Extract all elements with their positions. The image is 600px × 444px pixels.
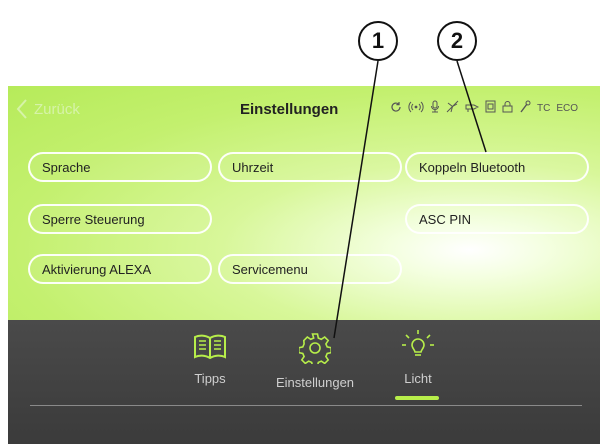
chevron-left-icon xyxy=(16,99,27,119)
page-title: Einstellungen xyxy=(240,101,339,118)
setting-aktivierung-alexa-button[interactable]: Aktivierung ALEXA xyxy=(28,254,212,284)
lock-icon xyxy=(502,100,513,116)
signal-icon xyxy=(408,101,424,116)
divider xyxy=(30,405,582,406)
eco-label: ECO xyxy=(556,102,579,114)
tab-einstellungen-label: Einstellungen xyxy=(275,375,355,390)
setting-asc-pin-button[interactable]: ASC PIN xyxy=(405,204,589,234)
back-button[interactable]: Zurück xyxy=(16,98,80,120)
tab-tipps-label: Tipps xyxy=(194,371,226,386)
setting-uhrzeit-button[interactable]: Uhrzeit xyxy=(218,152,402,182)
setting-servicemenu-button[interactable]: Servicemenu xyxy=(218,254,402,284)
tab-licht-label: Licht xyxy=(404,371,432,386)
callout-1: 1 xyxy=(358,21,398,61)
refresh-icon xyxy=(390,101,402,116)
top-bar: Zurück Einstellungen TC ECO xyxy=(8,86,600,134)
back-label: Zurück xyxy=(34,100,80,118)
tab-einstellungen[interactable]: Einstellungen xyxy=(270,332,360,390)
tab-tipps[interactable]: Tipps xyxy=(180,334,240,386)
active-tab-indicator xyxy=(395,396,439,400)
lightbulb-icon xyxy=(402,330,434,356)
setting-sprache-button[interactable]: Sprache xyxy=(28,152,212,182)
setting-koppeln-bluetooth-button[interactable]: Koppeln Bluetooth xyxy=(405,152,589,182)
hand-blower-icon xyxy=(465,101,480,116)
gear-icon xyxy=(297,333,332,368)
wrench-icon xyxy=(519,100,531,116)
microphone-icon xyxy=(430,100,440,116)
tab-licht[interactable]: Licht xyxy=(388,328,448,386)
settings-panel: Zurück Einstellungen TC ECO Sprache Uhrz… xyxy=(8,86,600,320)
status-icons: TC ECO xyxy=(390,100,578,116)
book-icon xyxy=(194,334,226,360)
callout-2: 2 xyxy=(437,21,477,61)
tc-label: TC xyxy=(537,102,551,114)
bottom-navigation: Tipps Einstellungen Licht xyxy=(8,320,600,444)
filter-icon xyxy=(485,100,496,116)
setting-sperre-steuerung-button[interactable]: Sperre Steuerung xyxy=(28,204,212,234)
fan-off-icon xyxy=(446,100,459,116)
